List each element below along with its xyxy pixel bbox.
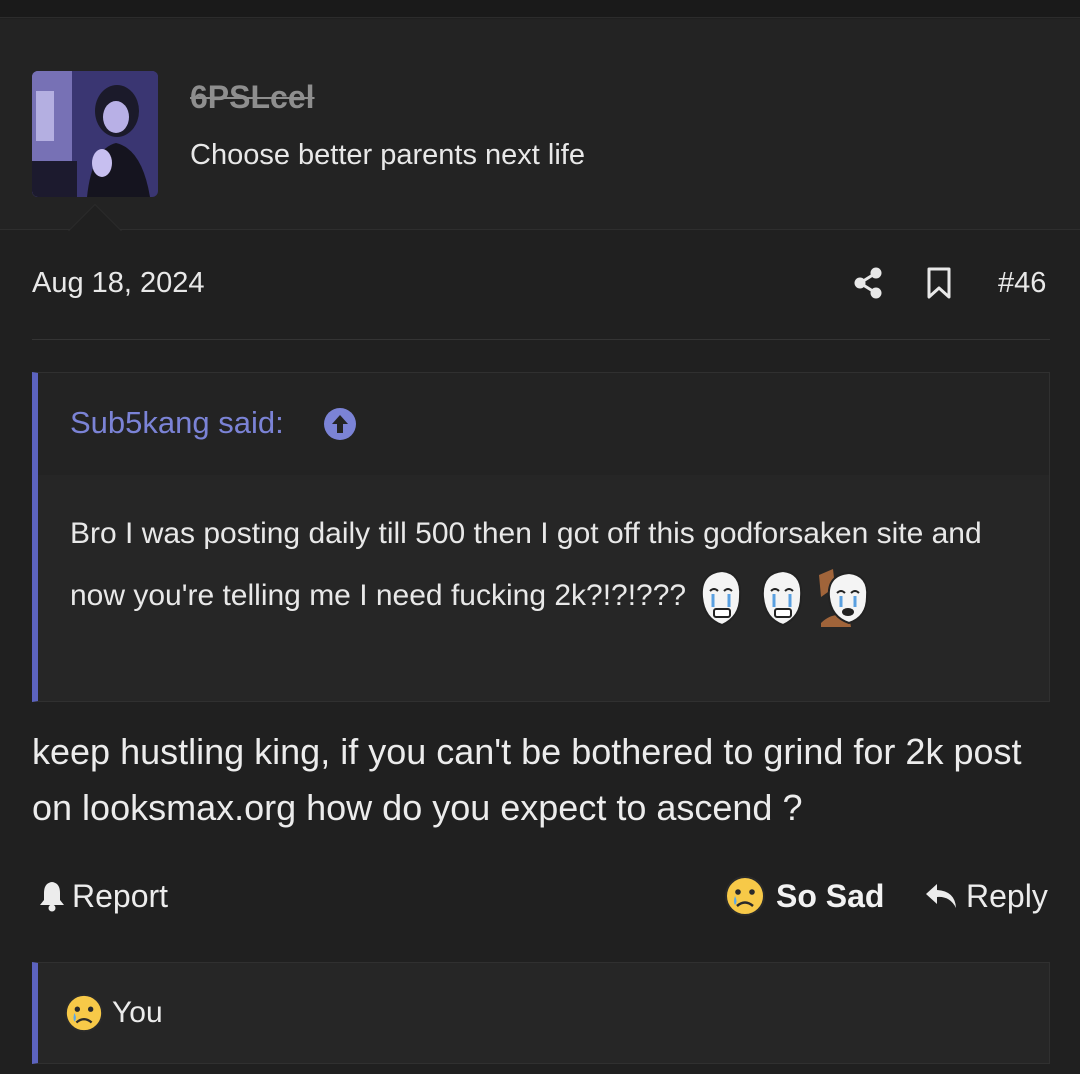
so-sad-label: So Sad [776,877,885,914]
user-header: 6PSLcel Choose better parents next life [0,19,1080,230]
report-button[interactable]: Report [38,872,168,920]
report-label: Report [72,877,169,914]
so-sad-reaction-button[interactable]: So Sad [724,872,884,920]
reply-arrow-icon [926,884,956,908]
reply-label: Reply [966,877,1048,914]
sad-face-icon [725,876,765,916]
reaction-user[interactable]: You [112,996,163,1030]
quote-text: Bro I was posting daily till 500 then I … [70,503,1030,628]
crying-wojak-hat-icon [819,569,869,628]
top-bar [0,0,1080,18]
sad-face-icon [64,993,104,1033]
reply-button[interactable]: Reply [924,872,1048,920]
quote-header: Sub5kang said: [38,373,1049,475]
quote-block: Sub5kang said: Bro I was posting daily t… [32,372,1050,702]
crying-wojak-icon-2 [761,570,802,627]
divider [32,339,1050,340]
header-pointer [68,204,122,231]
post-date[interactable]: Aug 18, 2024 [32,267,205,300]
user-avatar[interactable] [32,71,158,197]
share-icon[interactable] [852,266,884,300]
bell-icon [40,882,64,912]
bookmark-icon[interactable] [925,266,953,300]
post-actions: Report So Sad Reply [0,872,1080,922]
post-number[interactable]: #46 [998,267,1046,300]
arrow-up-circle-icon[interactable] [323,407,357,441]
reactions-list: You [64,993,163,1033]
quote-author[interactable]: Sub5kang said: [70,405,284,441]
post-body: keep hustling king, if you can't be both… [32,731,1022,828]
reactions-bar[interactable]: You [32,962,1050,1064]
user-title: Choose better parents next life [190,139,585,171]
crying-wojak-icon [701,570,742,627]
username[interactable]: 6PSLcel [190,79,315,116]
